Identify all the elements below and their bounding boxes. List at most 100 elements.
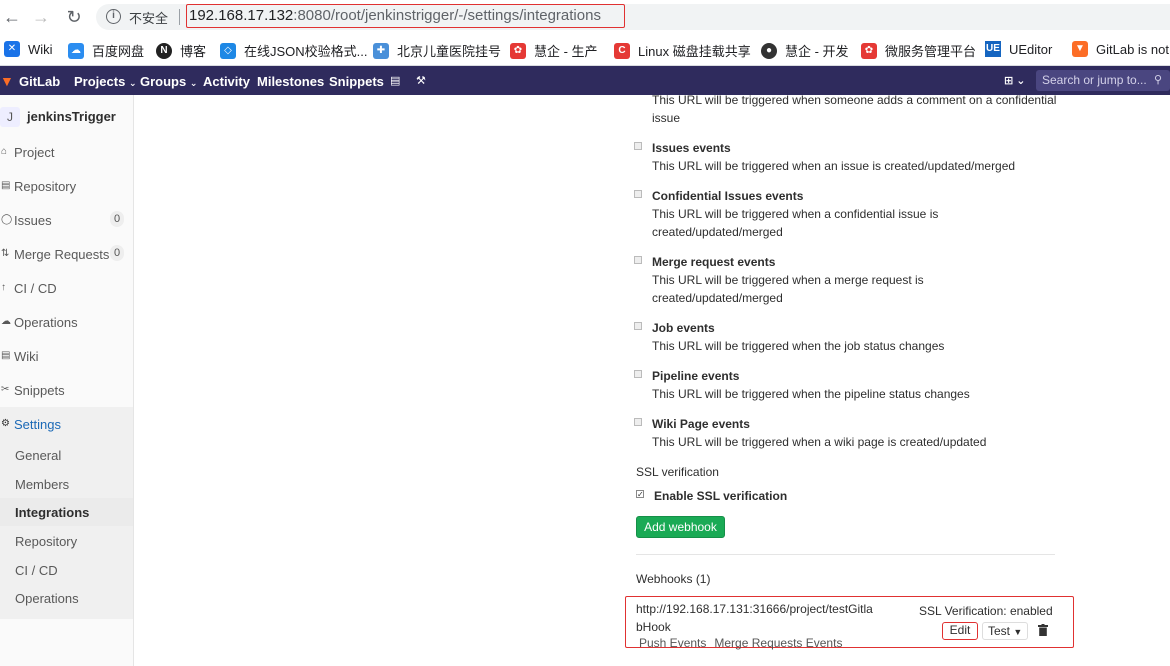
- nav-activity[interactable]: Activity: [203, 74, 250, 89]
- webhook-events: Push Events Merge Requests Events: [639, 636, 850, 650]
- bookmark-item[interactable]: C Linux 磁盘挂载共享: [614, 41, 751, 60]
- bookmark-item[interactable]: ✕ Wiki: [4, 41, 53, 57]
- sidebar-sub-ci-cd[interactable]: CI / CD: [0, 556, 133, 584]
- bookmark-item[interactable]: ✿ 慧企 - 生产: [510, 41, 598, 60]
- project-sidebar: J jenkinsTrigger ⌂ Project ▤ Repository ◯ I…: [0, 95, 134, 666]
- gitlab-logo-icon[interactable]: ▼: [0, 73, 14, 89]
- event-title: Issues events: [652, 141, 731, 155]
- trash-icon[interactable]: [1038, 624, 1048, 636]
- cloud-icon: ☁: [1, 316, 11, 327]
- caret-down-icon: ▼: [1013, 627, 1023, 637]
- event-description: This URL will be triggered when a merge …: [652, 273, 924, 305]
- webhook-event-badge: Merge Requests Events: [714, 636, 843, 650]
- repo-icon: ▤: [1, 180, 11, 191]
- sidebar-item-repository[interactable]: ▤ Repository: [0, 170, 133, 204]
- bookmark-item[interactable]: ☁ 百度网盘: [68, 41, 144, 60]
- search-input[interactable]: Search or jump to... ⚲: [1036, 70, 1170, 91]
- sidebar-item-project[interactable]: ⌂ Project: [0, 136, 133, 170]
- bookmark-item[interactable]: UE UEditor: [985, 41, 1052, 57]
- microservice-icon: ✿: [861, 42, 877, 59]
- sidebar-item-issues[interactable]: ◯ Issues 0: [0, 204, 133, 238]
- insecure-label: 不安全: [129, 11, 169, 26]
- ueditor-icon: UE: [985, 41, 1001, 57]
- huiqi-icon: ✿: [510, 42, 526, 59]
- event-description: This URL will be triggered when the pipe…: [652, 387, 970, 401]
- bookmark-item[interactable]: ✚ 北京儿童医院挂号: [373, 41, 501, 60]
- sidebar-item-merge-requests[interactable]: ⇅ Merge Requests 0: [0, 238, 133, 272]
- event-checkbox[interactable]: [634, 190, 642, 198]
- add-webhook-button[interactable]: Add webhook: [636, 516, 725, 538]
- project-avatar[interactable]: J: [0, 107, 20, 127]
- webhook-ssl-status: SSL Verification: enabled: [919, 604, 1053, 618]
- csdn-icon: C: [614, 42, 630, 59]
- hospital-icon: ✚: [373, 42, 389, 59]
- bookmark-item[interactable]: ✿ 微服务管理平台: [861, 41, 976, 60]
- wiki-icon: ✕: [4, 41, 20, 57]
- bookmarks-bar: ✕ Wiki ☁ 百度网盘 N 博客 ◇ 在线JSON校验格式... ✚ 北京儿童医院挂号…: [0, 34, 1170, 66]
- bookmark-item[interactable]: ● 慧企 - 开发: [761, 41, 849, 60]
- gear-icon: ⚙: [1, 418, 10, 429]
- event-checkbox[interactable]: [634, 418, 642, 426]
- chart-icon[interactable]: ▤: [390, 74, 400, 87]
- sidebar-sub-members[interactable]: Members: [0, 470, 133, 498]
- nav-snippets[interactable]: Snippets: [329, 74, 384, 89]
- merge-icon: ⇅: [1, 248, 10, 259]
- bookmark-item[interactable]: ▼ GitLab is not: [1072, 41, 1169, 57]
- back-icon[interactable]: ←: [0, 5, 24, 29]
- event-description: This URL will be triggered when the job …: [652, 339, 945, 353]
- event-checkbox[interactable]: [634, 370, 642, 378]
- ssl-checkbox[interactable]: ✓: [636, 490, 644, 499]
- edit-webhook-button[interactable]: Edit: [942, 622, 978, 640]
- url-text[interactable]: 192.168.17.132:8080/root/jenkinstrigger/…: [189, 7, 601, 24]
- chevron-down-icon: ⌄: [128, 78, 137, 88]
- event-title: Confidential Issues events: [652, 189, 804, 203]
- event-checkbox[interactable]: [634, 256, 642, 264]
- event-description: This URL will be triggered when an issue…: [652, 159, 1016, 173]
- sidebar-item-operations[interactable]: ☁ Operations: [0, 306, 133, 340]
- blog-icon: N: [156, 42, 172, 59]
- issues-count: 0: [110, 211, 124, 227]
- event-checkbox[interactable]: [634, 142, 642, 150]
- plus-icon[interactable]: ⊞ ⌄: [1004, 74, 1026, 87]
- sidebar-item-snippets[interactable]: ✂ Snippets: [0, 374, 133, 408]
- json-icon: ◇: [220, 42, 236, 59]
- gitlab-icon: ▼: [1072, 41, 1088, 57]
- event-checkbox[interactable]: [634, 322, 642, 330]
- reload-icon[interactable]: ↻: [62, 5, 86, 29]
- merge-requests-count: 0: [110, 245, 124, 261]
- browser-toolbar: ← → ↻ i 不安全 192.168.17.132:8080/root/jen…: [0, 0, 1170, 34]
- sidebar-item-ci-cd[interactable]: ↑ CI / CD: [0, 272, 133, 306]
- webhooks-heading: Webhooks (1): [636, 572, 711, 586]
- issues-icon: ◯: [1, 214, 13, 225]
- ssl-heading: SSL verification: [636, 465, 719, 479]
- search-icon: ⚲: [1154, 74, 1163, 86]
- scissors-icon: ✂: [1, 384, 10, 395]
- sidebar-sub-integrations[interactable]: Integrations: [0, 498, 133, 526]
- nav-projects[interactable]: Projects ⌄: [74, 74, 136, 89]
- sidebar-item-settings[interactable]: ⚙ Settings: [0, 408, 133, 442]
- github-icon: ●: [761, 42, 777, 59]
- home-icon: ⌂: [1, 146, 8, 157]
- event-title: Merge request events: [652, 255, 776, 269]
- event-description: This URL will be triggered when a confid…: [652, 207, 939, 239]
- event-title: Pipeline events: [652, 369, 740, 383]
- sidebar-item-wiki[interactable]: ▤ Wiki: [0, 340, 133, 374]
- project-name[interactable]: jenkinsTrigger: [27, 109, 116, 124]
- divider: [636, 554, 1055, 555]
- bookmark-item[interactable]: N 博客: [156, 41, 206, 60]
- event-description: This URL will be triggered when a wiki p…: [652, 435, 987, 449]
- sidebar-sub-general[interactable]: General: [0, 441, 133, 469]
- nav-groups[interactable]: Groups ⌄: [140, 74, 197, 89]
- test-webhook-dropdown[interactable]: Test ▼: [982, 622, 1028, 640]
- info-icon[interactable]: i: [106, 9, 121, 24]
- sidebar-sub-operations[interactable]: Operations: [0, 584, 133, 612]
- integrations-content: This URL will be triggered when someone …: [135, 93, 1170, 666]
- forward-icon[interactable]: →: [29, 5, 53, 29]
- gitlab-brand[interactable]: GitLab: [19, 74, 60, 89]
- wrench-icon[interactable]: ⚒: [416, 74, 426, 87]
- book-icon: ▤: [1, 350, 11, 361]
- nav-milestones[interactable]: Milestones: [257, 74, 324, 89]
- sidebar-sub-repository[interactable]: Repository: [0, 527, 133, 555]
- bookmark-item[interactable]: ◇ 在线JSON校验格式...: [220, 41, 368, 60]
- url-host: 192.168.17.132: [189, 7, 294, 24]
